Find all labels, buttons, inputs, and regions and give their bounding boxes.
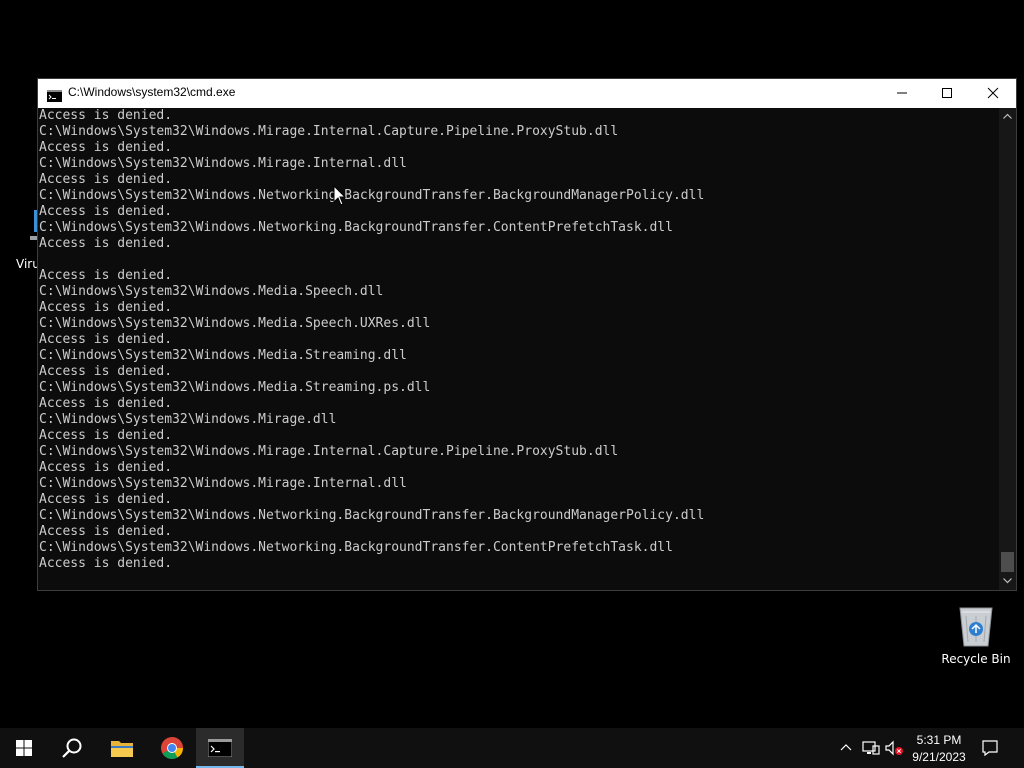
clock-time: 5:31 PM — [916, 733, 962, 747]
console-line: Access is denied. — [39, 332, 173, 347]
minimize-icon — [897, 92, 907, 94]
console-line: Access is denied. — [39, 556, 173, 571]
vertical-scrollbar[interactable] — [999, 108, 1016, 590]
volume-muted-icon — [885, 740, 903, 756]
console-line: C:\Windows\System32\Windows.Media.Speech… — [39, 284, 384, 299]
network-tray-button[interactable] — [861, 738, 881, 758]
windows-logo-icon — [16, 740, 32, 756]
chevron-up-icon — [1003, 113, 1012, 119]
search-button[interactable] — [48, 728, 96, 768]
console-line: Access is denied. — [39, 268, 173, 283]
console-line: C:\Windows\System32\Windows.Networking.B… — [39, 188, 705, 203]
taskbar-clock[interactable]: 5:31 PM 9/21/2023 — [904, 730, 974, 766]
file-explorer-button[interactable] — [98, 728, 146, 768]
folder-icon — [111, 741, 133, 757]
scrollbar-thumb[interactable] — [1001, 552, 1014, 572]
console-line: C:\Windows\System32\Windows.Mirage.Inter… — [39, 124, 619, 139]
network-icon — [862, 741, 880, 755]
console-line: C:\Windows\System32\Windows.Networking.B… — [39, 508, 705, 523]
console-line: Access is denied. — [39, 204, 173, 219]
desktop-icon-recycle-bin-label: Recycle Bin — [941, 652, 1011, 666]
cmd-taskbar-button[interactable] — [196, 728, 244, 768]
close-icon — [987, 87, 999, 99]
console-line: Access is denied. — [39, 396, 173, 411]
console-line: C:\Windows\System32\Windows.Networking.B… — [39, 540, 673, 555]
minimize-button[interactable] — [879, 79, 925, 108]
taskbar: 5:31 PM 9/21/2023 — [0, 728, 1024, 768]
mouse-cursor-icon — [333, 185, 347, 206]
chrome-button[interactable] — [148, 728, 196, 768]
console-line: C:\Windows\System32\Windows.Mirage.Inter… — [39, 156, 407, 171]
console-line: Access is denied. — [39, 108, 173, 123]
recycle-bin-icon — [956, 602, 996, 648]
console-line: Access is denied. — [39, 428, 173, 443]
console-line: Access is denied. — [39, 172, 173, 187]
console-line: C:\Windows\System32\Windows.Media.Stream… — [39, 380, 431, 395]
scroll-up-button[interactable] — [999, 108, 1016, 125]
scroll-down-button[interactable] — [999, 572, 1016, 589]
console-line: Access is denied. — [39, 236, 173, 251]
desktop-icon-virus-label: Viru — [16, 257, 40, 271]
clock-date: 9/21/2023 — [912, 750, 966, 764]
volume-tray-button[interactable] — [884, 738, 904, 758]
maximize-icon — [942, 88, 952, 98]
search-icon — [62, 738, 82, 758]
console-line: C:\Windows\System32\Windows.Networking.B… — [39, 220, 673, 235]
maximize-button[interactable] — [924, 79, 970, 108]
notification-icon — [982, 740, 998, 757]
console-line: C:\Windows\System32\Windows.Mirage.Inter… — [39, 444, 619, 459]
console-line: Access is denied. — [39, 300, 173, 315]
start-button[interactable] — [0, 728, 48, 768]
console-line: Access is denied. — [39, 364, 173, 379]
console-line: Access is denied. — [39, 524, 173, 539]
cmd-window[interactable]: C:\Windows\system32\cmd.exe Access is de… — [38, 79, 1016, 590]
show-hidden-icons-button[interactable] — [836, 738, 856, 758]
console-line: C:\Windows\System32\Windows.Media.Speech… — [39, 316, 431, 331]
action-center-button[interactable] — [980, 738, 1000, 758]
cmd-app-icon — [47, 87, 62, 102]
window-title: C:\Windows\system32\cmd.exe — [68, 85, 236, 99]
window-titlebar[interactable]: C:\Windows\system32\cmd.exe — [38, 79, 1016, 108]
console-line: Access is denied. — [39, 492, 173, 507]
close-button[interactable] — [970, 79, 1016, 108]
console-line: C:\Windows\System32\Windows.Media.Stream… — [39, 348, 407, 363]
cmd-icon — [208, 739, 232, 757]
console-line: C:\Windows\System32\Windows.Mirage.dll — [39, 412, 337, 427]
console-output[interactable]: Access is denied. C:\Windows\System32\Win… — [38, 108, 998, 590]
chevron-down-icon — [1003, 578, 1012, 584]
desktop-icon-recycle-bin[interactable]: Recycle Bin — [940, 600, 1012, 670]
chrome-icon — [161, 737, 183, 759]
console-line: Access is denied. — [39, 140, 173, 155]
chevron-up-icon — [840, 744, 852, 751]
console-line: Access is denied. — [39, 460, 173, 475]
console-lines: Access is denied. C:\Windows\System32\Win… — [39, 108, 704, 572]
desktop: Viru Recycle Bin C:\Windows\system32\cmd… — [0, 0, 1024, 728]
console-line: C:\Windows\System32\Windows.Mirage.Inter… — [39, 476, 407, 491]
